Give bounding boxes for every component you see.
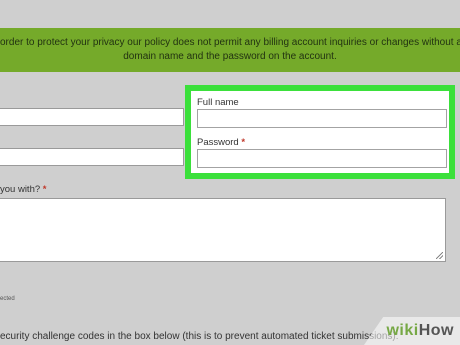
question-label-text: you with?: [0, 184, 41, 195]
required-marker: *: [42, 184, 47, 195]
wikihow-logo: wikiHow: [386, 322, 454, 340]
wikihow-wiki: wiki: [386, 322, 419, 339]
password-required-marker: *: [241, 137, 246, 148]
banner-line-2: domain name and the password on the acco…: [123, 51, 337, 62]
message-textarea[interactable]: [0, 198, 446, 262]
password-input[interactable]: [197, 149, 447, 168]
question-label: you with? *: [0, 184, 46, 195]
highlighted-credentials-box: Full name Password *: [185, 85, 455, 179]
full-name-input[interactable]: [197, 109, 447, 128]
privacy-policy-banner: order to protect your privacy our policy…: [0, 28, 460, 72]
small-note: ected: [0, 296, 15, 302]
resize-grip-icon[interactable]: [436, 252, 443, 259]
password-label: Password *: [197, 137, 245, 148]
wikihow-how: How: [418, 322, 454, 339]
banner-line-1: order to protect your privacy our policy…: [0, 37, 460, 48]
left-input-1[interactable]: [0, 108, 184, 126]
password-label-text: Password: [197, 137, 239, 148]
left-input-2[interactable]: [0, 148, 184, 166]
security-challenge-text: ecurity challenge codes in the box below…: [0, 331, 399, 342]
full-name-label: Full name: [197, 97, 239, 108]
